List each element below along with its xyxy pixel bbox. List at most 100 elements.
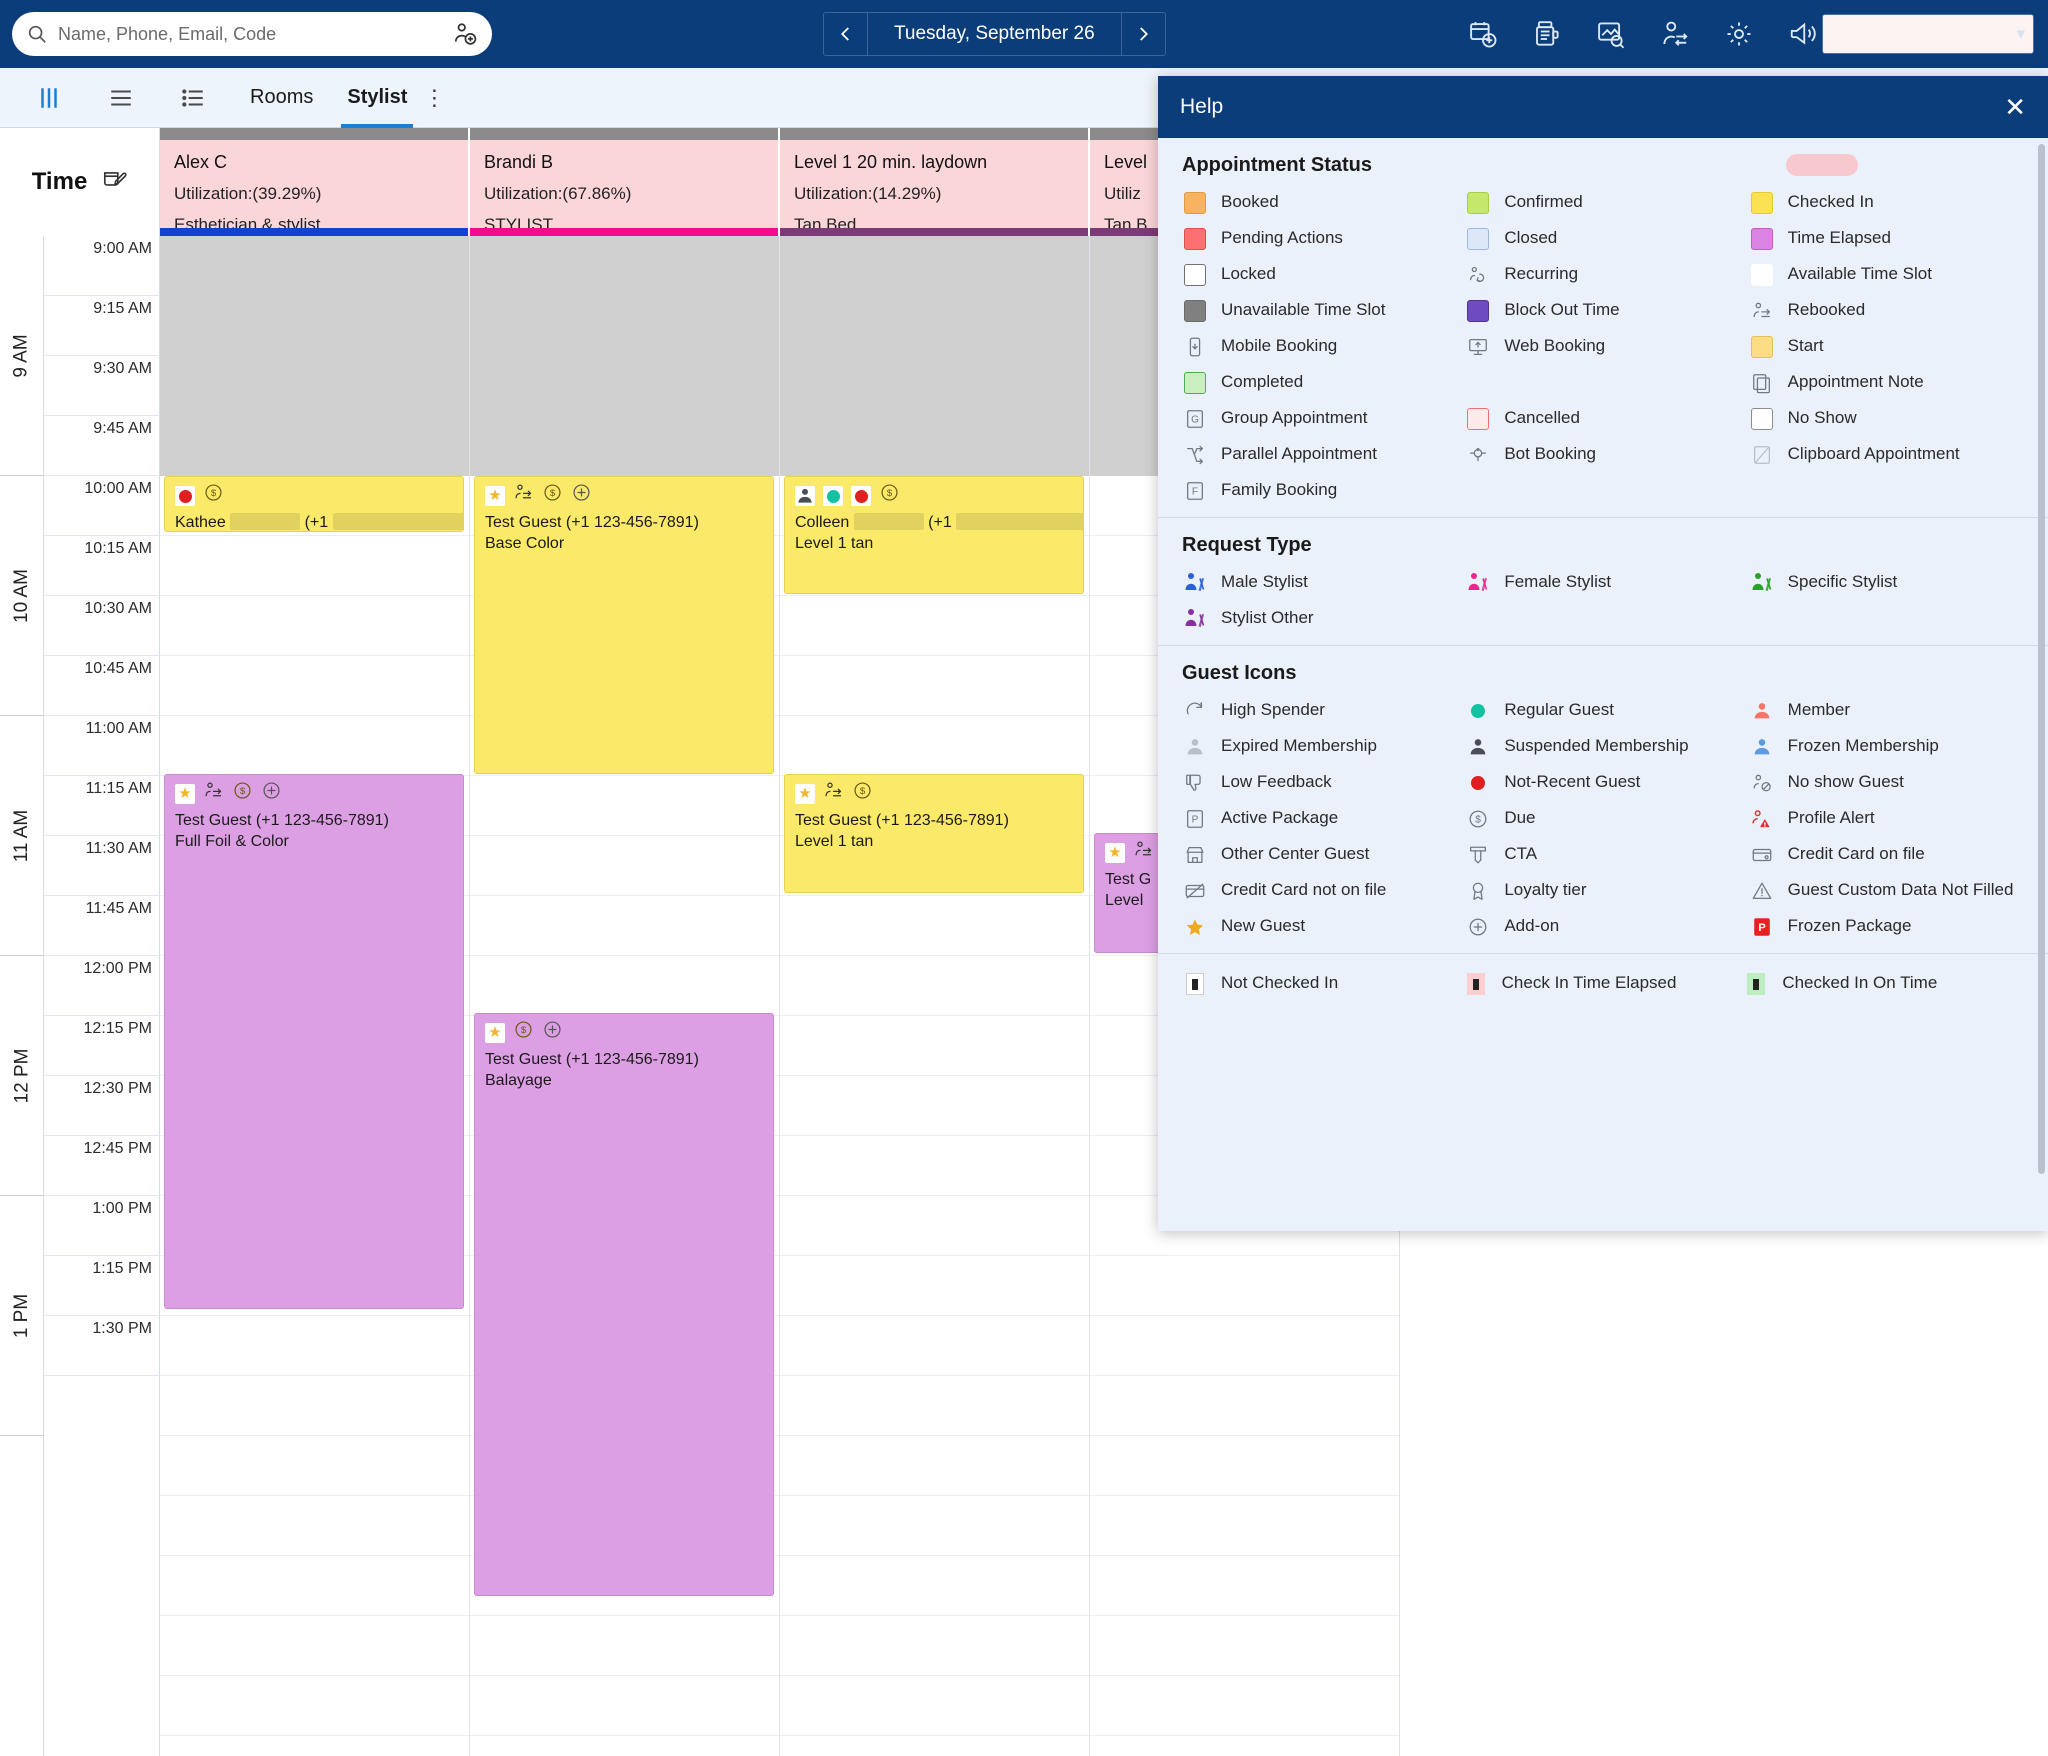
calendar-time-cell[interactable] xyxy=(1090,1376,1399,1436)
calendar-time-cell[interactable] xyxy=(160,1316,469,1376)
list-view-icon[interactable] xyxy=(98,83,144,113)
calendar-time-cell[interactable] xyxy=(470,956,779,1016)
calendar-time-cell[interactable] xyxy=(780,1316,1089,1376)
calendar-time-cell[interactable] xyxy=(780,1196,1089,1256)
add-guest-icon[interactable] xyxy=(452,21,478,47)
calendar-time-cell[interactable] xyxy=(1090,1436,1399,1496)
calendar-time-cell[interactable] xyxy=(160,1736,469,1756)
calendar-time-cell[interactable] xyxy=(1090,1556,1399,1616)
guest-transfer-icon[interactable] xyxy=(1660,19,1690,49)
calendar-time-cell[interactable] xyxy=(160,596,469,656)
calendar-time-cell[interactable] xyxy=(1090,1616,1399,1676)
calendar-time-cell[interactable] xyxy=(780,1076,1089,1136)
calendar-time-cell[interactable] xyxy=(780,656,1089,716)
next-day-button[interactable] xyxy=(1121,13,1165,55)
time-slot-label: 11:00 AM xyxy=(44,716,160,776)
legend-item-label: Credit Card not on file xyxy=(1221,879,1386,900)
calendar-time-cell[interactable] xyxy=(780,1676,1089,1736)
calendar-time-cell[interactable] xyxy=(160,716,469,776)
columns-view-icon[interactable] xyxy=(26,83,72,113)
calendar-time-cell[interactable] xyxy=(160,1616,469,1676)
calendar-time-cell[interactable] xyxy=(780,716,1089,776)
center-selector[interactable]: ▾ xyxy=(1822,14,2034,54)
image-search-icon[interactable] xyxy=(1596,19,1626,49)
legend-item: Checked In xyxy=(1749,191,2024,215)
calendar-time-cell[interactable] xyxy=(780,1256,1089,1316)
resource-column-header[interactable]: Alex CUtilization:(39.29%)Esthetician & … xyxy=(160,128,470,236)
calendar-time-cell[interactable] xyxy=(780,1616,1089,1676)
appointment-block[interactable]: ★$Test Guest (+1 123-456-7891)Base Color xyxy=(474,476,774,774)
appointment-block[interactable]: $Kathee (+1 ) xyxy=(164,476,464,532)
calendar-time-cell[interactable] xyxy=(160,536,469,596)
calendar-time-cell[interactable] xyxy=(1090,1736,1399,1756)
due-icon: $ xyxy=(879,482,900,510)
gear-icon[interactable] xyxy=(1724,19,1754,49)
calendar-time-cell[interactable] xyxy=(780,1556,1089,1616)
calendar-time-cell[interactable] xyxy=(470,776,779,836)
calendar-time-cell[interactable] xyxy=(160,1676,469,1736)
legend-item: Specific Stylist xyxy=(1749,571,2024,595)
appointment-block[interactable]: $Colleen (+1 )Level 1 tan xyxy=(784,476,1084,594)
printer-icon[interactable] xyxy=(1532,19,1562,49)
legend-item-label: Stylist Other xyxy=(1221,607,1314,628)
legend-item: Appointment Note xyxy=(1749,371,2024,395)
calendar-time-cell[interactable] xyxy=(470,1676,779,1736)
help-panel: Help ✕ Appointment StatusBookedConfirmed… xyxy=(1158,76,2048,1231)
calendar-time-cell[interactable] xyxy=(160,1496,469,1556)
parallel-icon xyxy=(1182,443,1208,467)
search-box[interactable] xyxy=(12,12,492,56)
color-swatch-icon xyxy=(1465,771,1491,795)
column-top-bar xyxy=(780,128,1088,140)
tab-rooms[interactable]: Rooms xyxy=(250,68,313,128)
time-slot-label: 10:00 AM xyxy=(44,476,160,536)
svg-text:↑: ↑ xyxy=(1199,700,1203,709)
calendar-time-cell[interactable] xyxy=(780,1736,1089,1756)
calendar-time-cell[interactable] xyxy=(780,1436,1089,1496)
calendar-time-cell[interactable] xyxy=(1090,1316,1399,1376)
calendar-column[interactable] xyxy=(780,236,1090,1756)
close-icon[interactable]: ✕ xyxy=(2004,92,2026,123)
calendar-time-cell[interactable] xyxy=(780,1496,1089,1556)
calendar-time-cell[interactable] xyxy=(780,1016,1089,1076)
appointment-block[interactable]: ★$Test Guest (+1 123-456-7891)Level 1 ta… xyxy=(784,774,1084,893)
help-panel-scrollbar[interactable] xyxy=(2038,144,2045,1174)
person-icon xyxy=(1465,571,1491,595)
top-navigation-bar: Tuesday, September 26 xyxy=(0,0,2048,68)
add-appointment-icon[interactable] xyxy=(1468,19,1498,49)
calendar-time-cell[interactable] xyxy=(780,956,1089,1016)
calendar-time-cell[interactable] xyxy=(160,656,469,716)
calendar-time-cell[interactable] xyxy=(780,1376,1089,1436)
calendar-time-cell[interactable] xyxy=(780,896,1089,956)
agenda-view-icon[interactable] xyxy=(170,83,216,113)
appointment-block[interactable]: ★$Test Guest (+1 123-456-7891)Balayage xyxy=(474,1013,774,1596)
color-swatch-icon xyxy=(1182,299,1208,323)
resource-column-header[interactable]: Brandi BUtilization:(67.86%)STYLIST xyxy=(470,128,780,236)
calendar-time-cell[interactable] xyxy=(780,1136,1089,1196)
calendar-time-cell[interactable] xyxy=(160,1436,469,1496)
appointment-block[interactable]: ★$Test Guest (+1 123-456-7891)Full Foil … xyxy=(164,774,464,1309)
legend-grid: BookedConfirmedChecked InPending Actions… xyxy=(1182,191,2024,503)
legend-item: PActive Package xyxy=(1182,807,1457,831)
legend-item: $Due xyxy=(1465,807,1740,831)
time-slot-label: 10:15 AM xyxy=(44,536,160,596)
calendar-time-cell[interactable] xyxy=(470,836,779,896)
calendar-time-cell[interactable] xyxy=(470,896,779,956)
tab-options-kebab-icon[interactable]: ⋮ xyxy=(423,87,445,109)
legend-item-label: Bot Booking xyxy=(1504,443,1596,464)
calendar-edit-icon[interactable] xyxy=(101,167,127,198)
search-input[interactable] xyxy=(58,24,452,45)
resource-column-header[interactable]: Level 1 20 min. laydownUtilization:(14.2… xyxy=(780,128,1090,236)
calendar-time-cell[interactable] xyxy=(160,1556,469,1616)
time-slot-label: 11:30 AM xyxy=(44,836,160,896)
announcement-icon[interactable] xyxy=(1788,19,1818,49)
calendar-time-cell[interactable] xyxy=(780,596,1089,656)
calendar-time-cell[interactable] xyxy=(160,1376,469,1436)
calendar-time-cell[interactable] xyxy=(1090,1676,1399,1736)
new-guest-star: ★ xyxy=(175,784,195,804)
calendar-time-cell[interactable] xyxy=(1090,1256,1399,1316)
calendar-time-cell[interactable] xyxy=(470,1736,779,1756)
calendar-time-cell[interactable] xyxy=(470,1616,779,1676)
previous-day-button[interactable] xyxy=(824,13,868,55)
calendar-time-cell[interactable] xyxy=(1090,1496,1399,1556)
tab-stylist[interactable]: Stylist xyxy=(347,68,407,128)
